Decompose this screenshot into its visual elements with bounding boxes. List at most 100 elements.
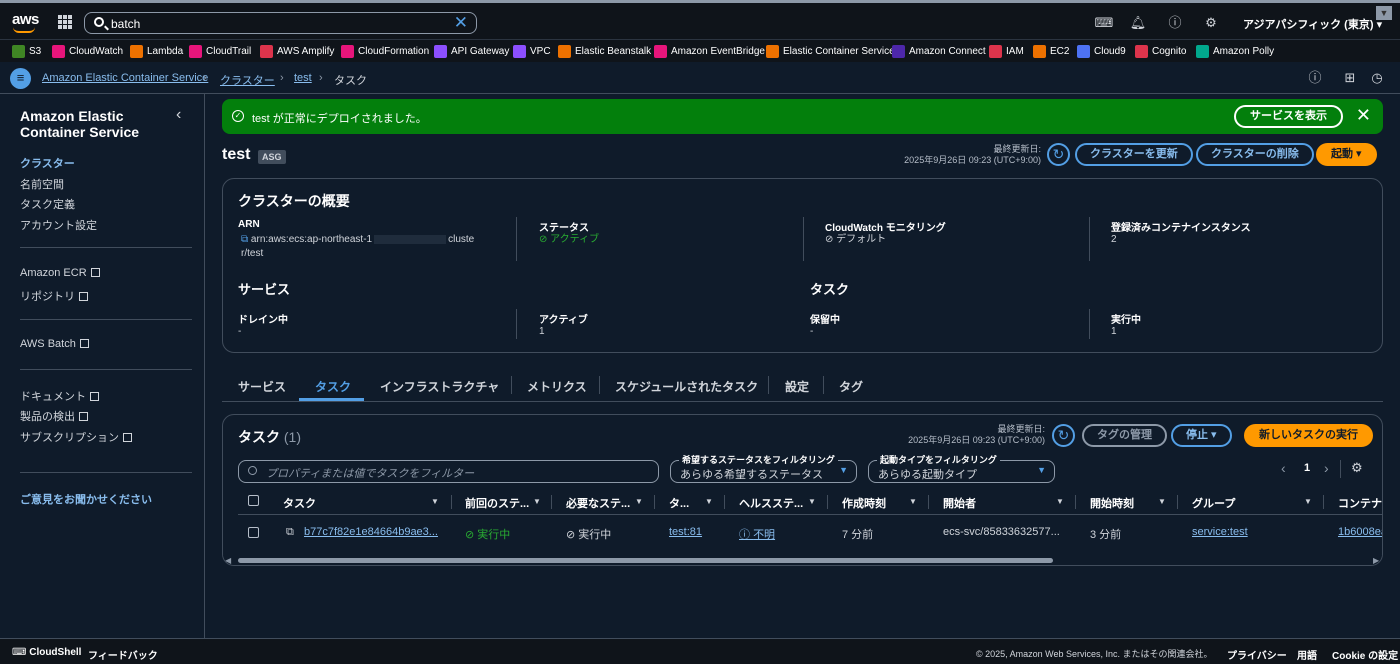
sidebar-item-repositories[interactable]: リポジトリ (20, 288, 88, 304)
search-input[interactable] (111, 16, 441, 32)
tab-tasks[interactable]: タスク (315, 378, 351, 395)
health-status-value[interactable]: ⓘ 不明 (739, 526, 775, 542)
col-started-at[interactable]: 開始時刻 (1090, 495, 1134, 511)
search-box[interactable]: ✕ (84, 12, 477, 34)
breadcrumb-clusters[interactable]: クラスター (220, 72, 275, 88)
favorite-item[interactable]: Elastic Beanstalk (558, 44, 651, 58)
task-definition-link[interactable]: test:81 (669, 526, 702, 538)
vertical-scrollbar[interactable] (1394, 94, 1400, 638)
favorite-item[interactable]: Cloud9 (1077, 44, 1126, 58)
sort-icon[interactable]: ▼ (808, 497, 816, 506)
tab-metrics[interactable]: メトリクス (527, 378, 587, 395)
help-icon[interactable]: ⓘ (1165, 13, 1185, 33)
col-last-status[interactable]: 前回のステ... (465, 495, 529, 511)
sidebar-item-documentation[interactable]: ドキュメント (20, 388, 99, 404)
tab-scheduled-tasks[interactable]: スケジュールされたタスク (615, 378, 758, 395)
launch-type-select[interactable]: 起動タイプをフィルタリング あらゆる起動タイプ ▼ (868, 453, 1055, 483)
sidebar-item-aws-batch[interactable]: AWS Batch (20, 338, 89, 350)
sidebar-item-clusters[interactable]: クラスター (20, 155, 75, 171)
favorite-item[interactable]: Cognito (1135, 44, 1186, 58)
sort-icon[interactable]: ▼ (635, 497, 643, 506)
run-new-task-button[interactable]: 新しいタスクの実行 (1244, 424, 1373, 447)
terms-link[interactable]: 用語 (1297, 647, 1317, 662)
sort-icon[interactable]: ▼ (1158, 497, 1166, 506)
favorite-item[interactable]: EC2 (1033, 44, 1069, 58)
col-health-status[interactable]: ヘルスステ... (739, 495, 803, 511)
scroll-right-icon[interactable]: ▶ (1373, 556, 1379, 565)
task-filter-input[interactable]: プロパティまたは値でタスクをフィルター (238, 460, 659, 483)
tab-tags[interactable]: タグ (839, 378, 863, 395)
clear-search-icon[interactable]: ✕ (454, 13, 468, 33)
favorite-item[interactable]: S3 (12, 44, 41, 58)
cloudshell-link[interactable]: ⌨ CloudShell (12, 647, 81, 658)
next-page-icon[interactable]: › (1324, 460, 1329, 476)
favorite-item[interactable]: Amazon EventBridge (654, 44, 765, 58)
prev-page-icon[interactable]: ‹ (1281, 460, 1286, 476)
update-cluster-button[interactable]: クラスターを更新 (1075, 143, 1193, 166)
favorite-item[interactable]: Elastic Container Service (766, 44, 895, 58)
tab-configuration[interactable]: 設定 (785, 378, 809, 395)
view-service-button[interactable]: サービスを表示 (1234, 105, 1343, 128)
sort-icon[interactable]: ▼ (1056, 497, 1064, 506)
history-icon[interactable]: ◷ (1367, 68, 1387, 88)
select-all-checkbox[interactable] (248, 495, 259, 506)
scroll-up-icon[interactable]: ▼ (1376, 6, 1392, 20)
col-group[interactable]: グループ (1192, 495, 1235, 511)
sidebar-item-task-definitions[interactable]: タスク定義 (20, 196, 75, 212)
breadcrumb-cluster[interactable]: test (294, 72, 312, 84)
favorite-item[interactable]: API Gateway (434, 44, 509, 58)
scroll-left-icon[interactable]: ◀ (225, 556, 231, 565)
services-grid-icon[interactable] (58, 15, 72, 29)
col-task[interactable]: タスク (283, 495, 316, 511)
sidebar-item-namespaces[interactable]: 名前空間 (20, 176, 64, 192)
horizontal-scrollbar[interactable]: ◀ ▶ (223, 555, 1382, 565)
row-checkbox[interactable] (248, 527, 259, 538)
sidebar-item-account-settings[interactable]: アカウント設定 (20, 217, 97, 233)
col-task-definition[interactable]: タ... (669, 495, 689, 511)
col-desired-status[interactable]: 必要なステ... (566, 495, 630, 511)
sidebar-item-ecr[interactable]: Amazon ECR (20, 267, 100, 279)
sidebar-feedback-link[interactable]: ご意見をお聞かせください (20, 491, 152, 507)
favorite-item[interactable]: Amazon Connect (892, 44, 986, 58)
copy-icon[interactable]: ⧉ (286, 526, 294, 539)
sidebar-item-discover-products[interactable]: 製品の検出 (20, 408, 88, 424)
delete-cluster-button[interactable]: クラスターの削除 (1196, 143, 1314, 166)
tab-infrastructure[interactable]: インフラストラクチャ (380, 378, 499, 395)
sort-icon[interactable]: ▼ (909, 497, 917, 506)
sort-icon[interactable]: ▼ (533, 497, 541, 506)
favorite-item[interactable]: IAM (989, 44, 1024, 58)
col-created[interactable]: 作成時刻 (842, 495, 886, 511)
favorite-item[interactable]: CloudFormation (341, 44, 429, 58)
cloudshell-icon[interactable]: ⌨ (1094, 13, 1114, 33)
feedback-link[interactable]: フィードバック (88, 647, 158, 662)
breadcrumb-service[interactable]: Amazon Elastic Container Service (42, 72, 208, 84)
tab-services[interactable]: サービス (238, 378, 286, 395)
desired-status-select[interactable]: 希望するステータスをフィルタリング あらゆる希望するステータス ▼ (670, 453, 857, 483)
bell-icon[interactable]: 🔔︎ (1128, 13, 1148, 33)
group-link[interactable]: service:test (1192, 526, 1248, 538)
current-page[interactable]: 1 (1304, 462, 1310, 474)
region-selector[interactable]: アジアパシフィック (東京) ▾ (1243, 16, 1382, 32)
close-icon[interactable]: ✕ (1356, 105, 1371, 126)
favorite-item[interactable]: CloudTrail (189, 44, 251, 58)
gear-icon[interactable]: ⚙ (1351, 460, 1363, 476)
info-icon[interactable]: ⓘ (1305, 68, 1325, 88)
privacy-link[interactable]: プライバシー (1227, 647, 1287, 662)
sort-icon[interactable]: ▼ (1304, 497, 1312, 506)
favorite-item[interactable]: Amazon Polly (1196, 44, 1274, 58)
menu-icon[interactable]: ≡ (10, 68, 31, 89)
scrollbar-thumb[interactable] (238, 558, 1053, 563)
favorite-item[interactable]: AWS Amplify (260, 44, 334, 58)
collapse-sidebar-icon[interactable]: ‹ (176, 106, 181, 124)
refresh-icon[interactable]: ↻ (1047, 143, 1070, 166)
gear-icon[interactable]: ⚙ (1201, 13, 1221, 33)
sort-icon[interactable]: ▼ (705, 497, 713, 506)
favorite-item[interactable]: CloudWatch (52, 44, 123, 58)
aws-logo[interactable]: aws (12, 11, 39, 28)
manage-tags-button[interactable]: タグの管理 (1082, 424, 1167, 447)
deploy-dropdown-button[interactable]: 起動 ▾ (1316, 143, 1377, 166)
favorite-item[interactable]: VPC (513, 44, 551, 58)
col-started-by[interactable]: 開始者 (943, 495, 976, 511)
stop-dropdown-button[interactable]: 停止 ▾ (1171, 424, 1232, 447)
copy-icon[interactable]: ⧉ (241, 234, 248, 245)
